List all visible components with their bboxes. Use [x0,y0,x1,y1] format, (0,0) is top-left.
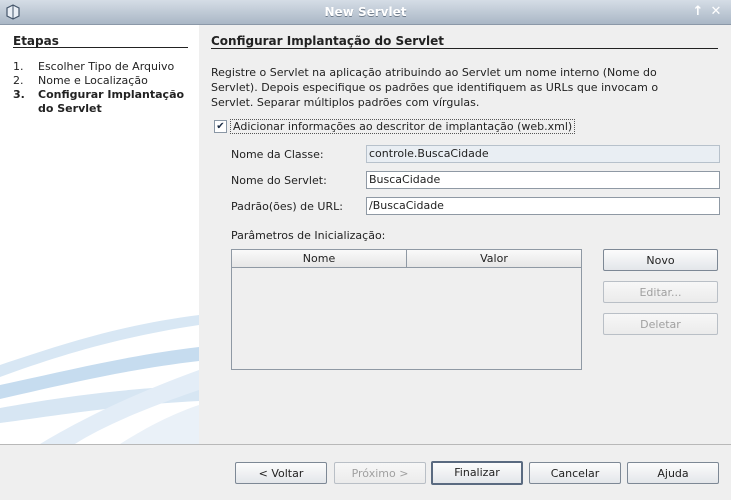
column-header-name[interactable]: Nome [232,250,407,268]
init-params-label: Parâmetros de Inicialização: [231,229,386,242]
class-name-label: Nome da Classe: [231,148,324,161]
content-panel: Configurar Implantação do Servlet Regist… [199,25,731,444]
servlet-name-label: Nome do Servlet: [231,174,327,187]
window-title: New Servlet [324,5,407,19]
step-label: Nome e Localização [38,74,148,87]
step-number: 3. [13,88,25,101]
steps-header: Etapas [13,34,59,48]
step-label: Configurar Implantação do Servlet [38,88,185,115]
url-pattern-label: Padrão(ões) de URL: [231,200,343,213]
step-number: 1. [13,60,24,73]
step-1: 1. Escolher Tipo de Arquivo [13,60,174,74]
window-titlebar[interactable]: New Servlet ↑ ✕ [0,0,731,25]
url-pattern-input[interactable]: /BuscaCidade [366,197,720,215]
footer-divider [0,444,731,445]
new-param-button[interactable]: Novo [603,249,718,271]
step-3-current: 3. Configurar Implantação do Servlet [13,88,188,116]
column-header-value[interactable]: Valor [407,250,581,268]
panel-title: Configurar Implantação do Servlet [211,34,445,48]
step-label: Escolher Tipo de Arquivo [38,60,175,73]
add-info-checkbox-label[interactable]: Adicionar informações ao descritor de im… [230,119,576,134]
steps-header-divider [13,47,188,48]
next-button[interactable]: Próximo > [334,462,426,484]
panel-title-divider [211,48,718,49]
finish-button[interactable]: Finalizar [431,461,523,485]
back-button[interactable]: < Voltar [235,462,327,484]
edit-param-button[interactable]: Editar... [603,281,718,303]
maximize-icon[interactable]: ↑ [691,4,705,20]
steps-panel: Etapas 1. Escolher Tipo de Arquivo 2. Nome… [0,25,199,444]
checkbox-check-icon[interactable]: ✔ [214,120,227,133]
cancel-button[interactable]: Cancelar [529,462,621,484]
panel-description: Registre o Servlet na aplicação atribuin… [211,66,659,109]
init-params-table[interactable]: Nome Valor [231,249,582,370]
close-icon[interactable]: ✕ [709,4,723,20]
delete-param-button[interactable]: Deletar [603,313,718,335]
servlet-name-input[interactable]: BuscaCidade [366,171,720,189]
class-name-field: controle.BuscaCidade [366,145,720,163]
help-button[interactable]: Ajuda [627,462,719,484]
step-2: 2. Nome e Localização [13,74,148,88]
step-number: 2. [13,74,24,87]
